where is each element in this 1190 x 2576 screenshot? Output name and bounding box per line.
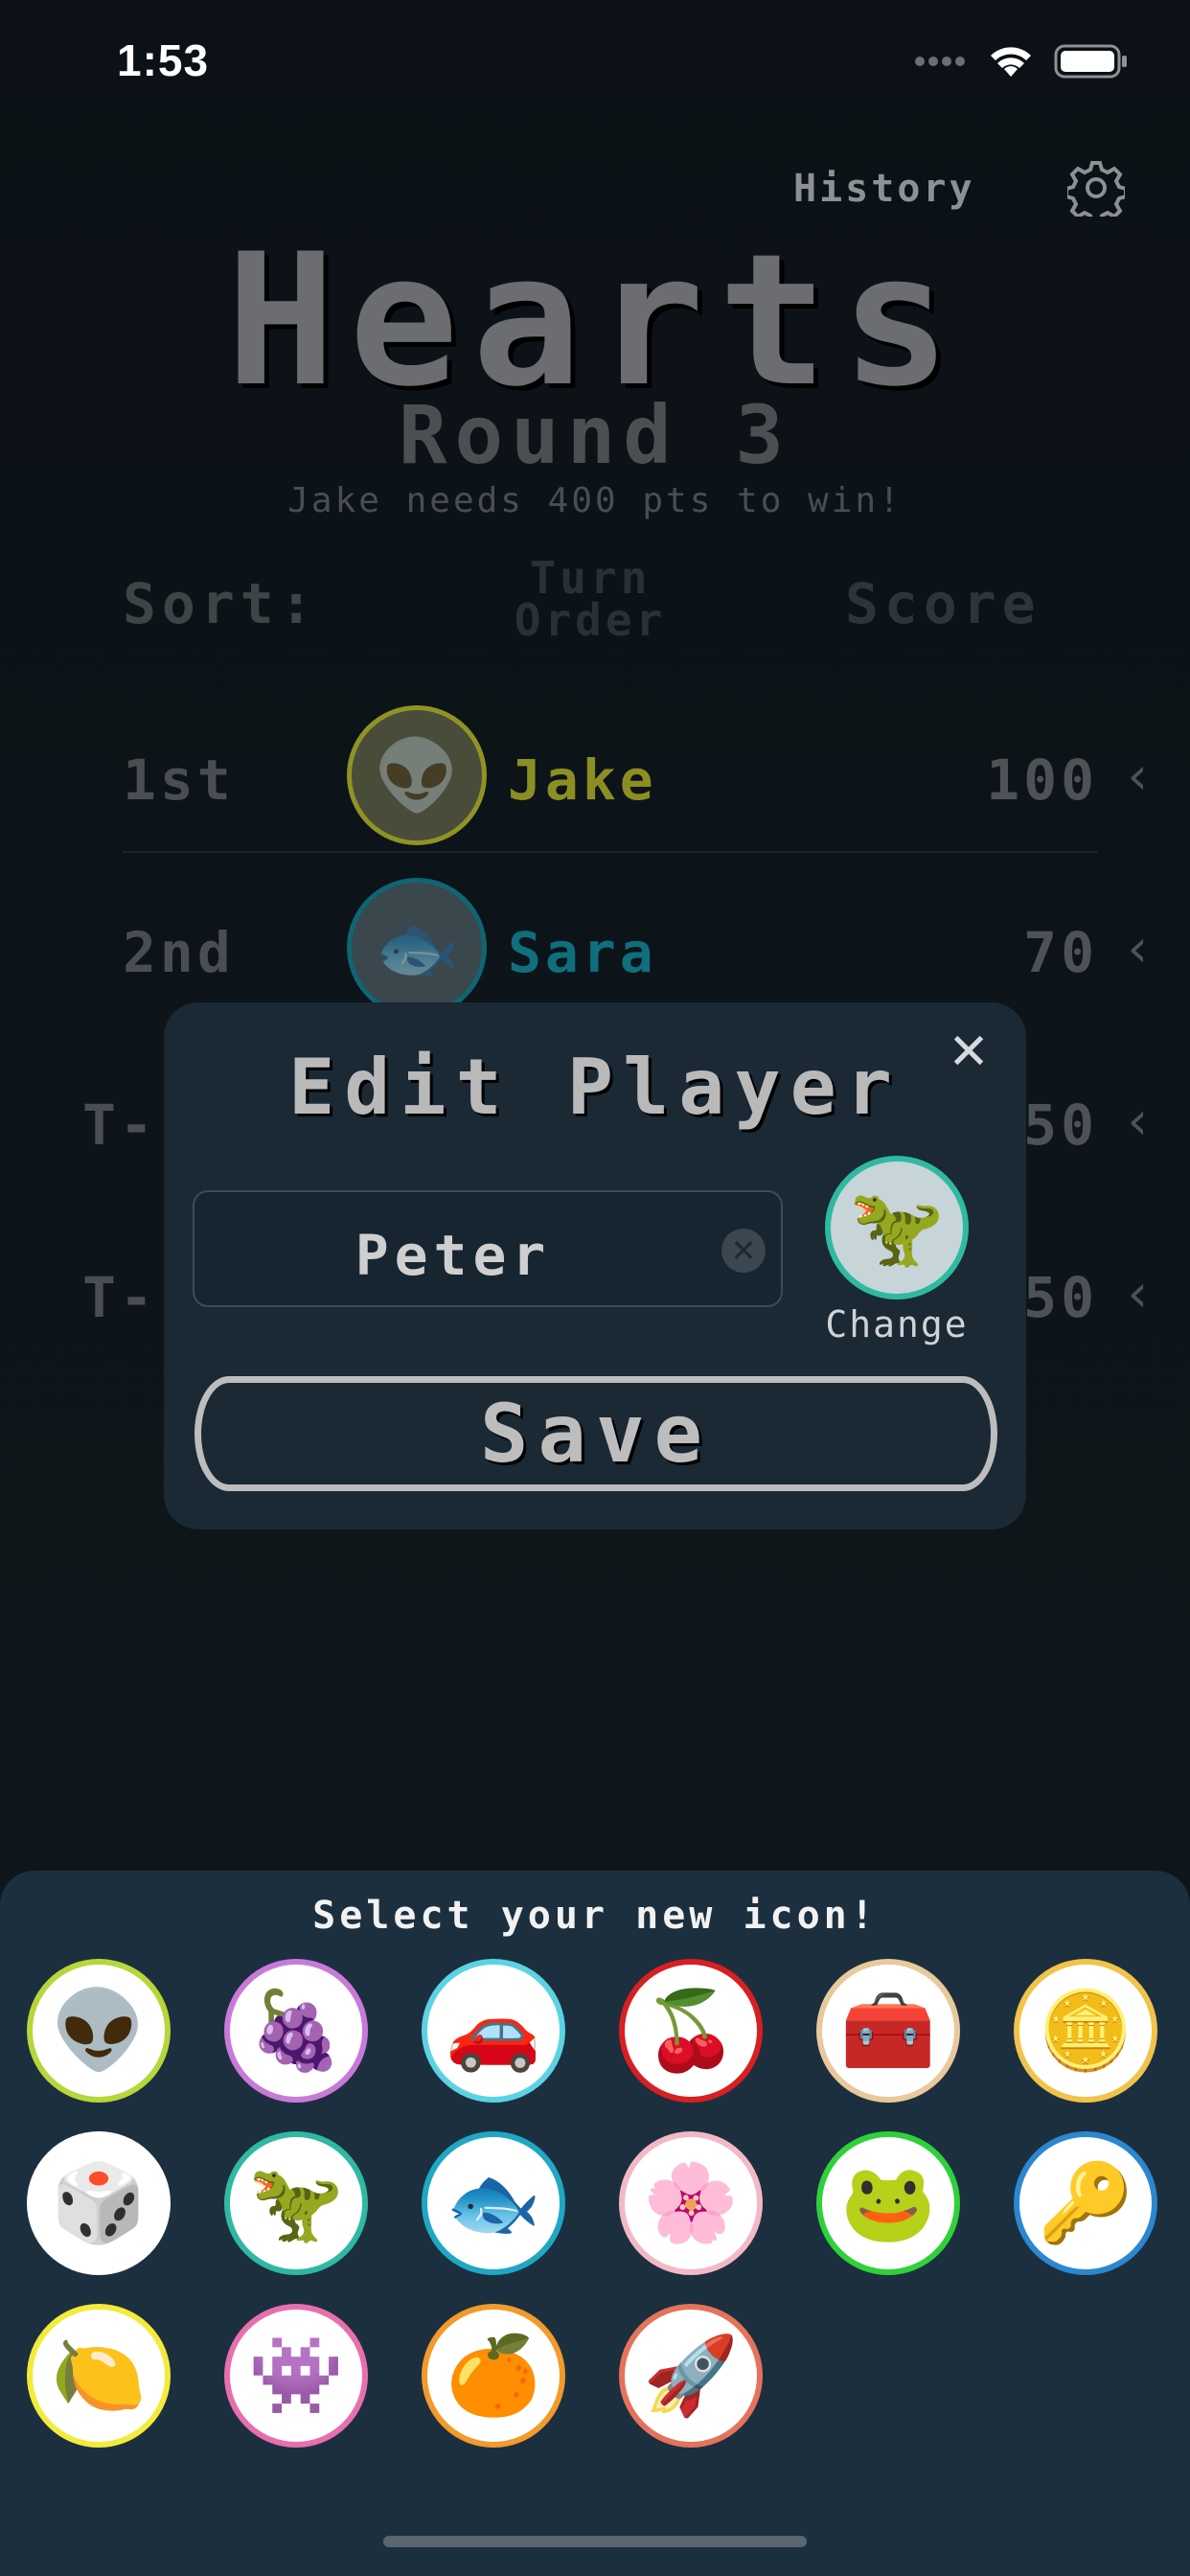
fish-icon: 🐟 <box>347 878 487 1018</box>
chevron-left-icon: ‹ <box>1122 1091 1154 1151</box>
save-label: Save <box>479 1387 713 1481</box>
car-icon[interactable]: 🚗 <box>422 1959 565 2103</box>
page-title: Hearts <box>225 215 965 426</box>
clear-text-icon[interactable]: ✕ <box>721 1229 766 1273</box>
player-name-input[interactable]: Peter ✕ <box>193 1190 783 1307</box>
close-icon[interactable]: ✕ <box>942 1025 995 1079</box>
player-rank: T- <box>82 1092 157 1158</box>
wifi-icon <box>991 47 1031 77</box>
lemon-icon[interactable]: 🍋 <box>27 2304 171 2448</box>
orange-icon[interactable]: 🍊 <box>422 2304 565 2448</box>
change-icon-button[interactable]: Change <box>777 1303 1017 1346</box>
player-rank: T- <box>82 1265 157 1330</box>
modal-title: Edit Player <box>288 1043 902 1132</box>
alien-icon: 👽 <box>347 705 487 845</box>
player-name: Sara <box>508 920 657 985</box>
flower-icon[interactable]: 🌸 <box>619 2131 763 2275</box>
sort-label: Sort: <box>123 571 319 636</box>
icon-picker-sheet: Select your new icon! 👽 🍇 🚗 🍒 🧰 🪙 🎲 🦖 🐟 🌸 🐸 🔑 🍋 👾 🍊 🚀 <box>0 1871 1190 2576</box>
frog-icon[interactable]: 🐸 <box>816 2131 960 2275</box>
round-label: Round 3 <box>398 388 791 482</box>
fish-icon[interactable]: 🐟 <box>422 2131 565 2275</box>
cherries-icon[interactable]: 🍒 <box>619 1959 763 2103</box>
row-divider <box>123 851 1098 853</box>
coin-icon[interactable]: 🪙 <box>1014 1959 1157 2103</box>
player-score: 100 <box>986 748 1098 813</box>
signal-icon <box>915 57 965 66</box>
player-score: 70 <box>1023 920 1098 985</box>
player-name: Jake <box>508 748 657 813</box>
save-button[interactable]: Save <box>195 1376 997 1491</box>
pink-monster-icon[interactable]: 👾 <box>224 2304 368 2448</box>
key-icon[interactable]: 🔑 <box>1014 2131 1157 2275</box>
screen: 1:53 History Hearts Round 3 Jake needs 4… <box>0 0 1190 2576</box>
icon-grid: 👽 🍇 🚗 🍒 🧰 🪙 🎲 🦖 🐟 🌸 🐸 🔑 🍋 👾 🍊 🚀 <box>27 1959 1167 2448</box>
player-row[interactable]: 1st 👽 Jake 100 ‹ <box>0 700 1190 853</box>
dice-icon[interactable]: 🎲 <box>27 2131 171 2275</box>
player-rank: 2nd <box>123 920 235 985</box>
sort-turn-order-button[interactable]: Turn Order <box>485 556 696 642</box>
rocket-icon[interactable]: 🚀 <box>619 2304 763 2448</box>
dinosaur-icon[interactable]: 🦖 <box>224 2131 368 2275</box>
status-icons <box>914 42 1129 80</box>
chevron-left-icon: ‹ <box>1122 918 1154 978</box>
sort-score-button[interactable]: Score <box>845 571 1041 636</box>
chevron-left-icon: ‹ <box>1122 1263 1154 1323</box>
treasure-chest-icon[interactable]: 🧰 <box>816 1959 960 2103</box>
battery-icon <box>1054 44 1127 79</box>
status-time: 1:53 <box>117 35 210 85</box>
chevron-left-icon: ‹ <box>1122 746 1154 806</box>
player-score: 50 <box>1023 1092 1098 1158</box>
alien-icon[interactable]: 👽 <box>27 1959 171 2103</box>
player-rank: 1st <box>123 748 235 813</box>
player-name-value: Peter <box>355 1223 552 1288</box>
win-requirement-text: Jake needs 400 pts to win! <box>287 481 903 520</box>
sheet-title: Select your new icon! <box>312 1894 878 1938</box>
gear-icon[interactable] <box>1067 159 1125 217</box>
edit-player-modal: Edit Player ✕ Peter ✕ 🦖 Change Save <box>164 1002 1026 1530</box>
home-indicator[interactable] <box>383 2536 807 2547</box>
grapes-icon[interactable]: 🍇 <box>224 1959 368 2103</box>
dinosaur-icon[interactable]: 🦖 <box>825 1156 969 1300</box>
history-button[interactable]: History <box>793 167 975 211</box>
player-score: 50 <box>1023 1265 1098 1330</box>
